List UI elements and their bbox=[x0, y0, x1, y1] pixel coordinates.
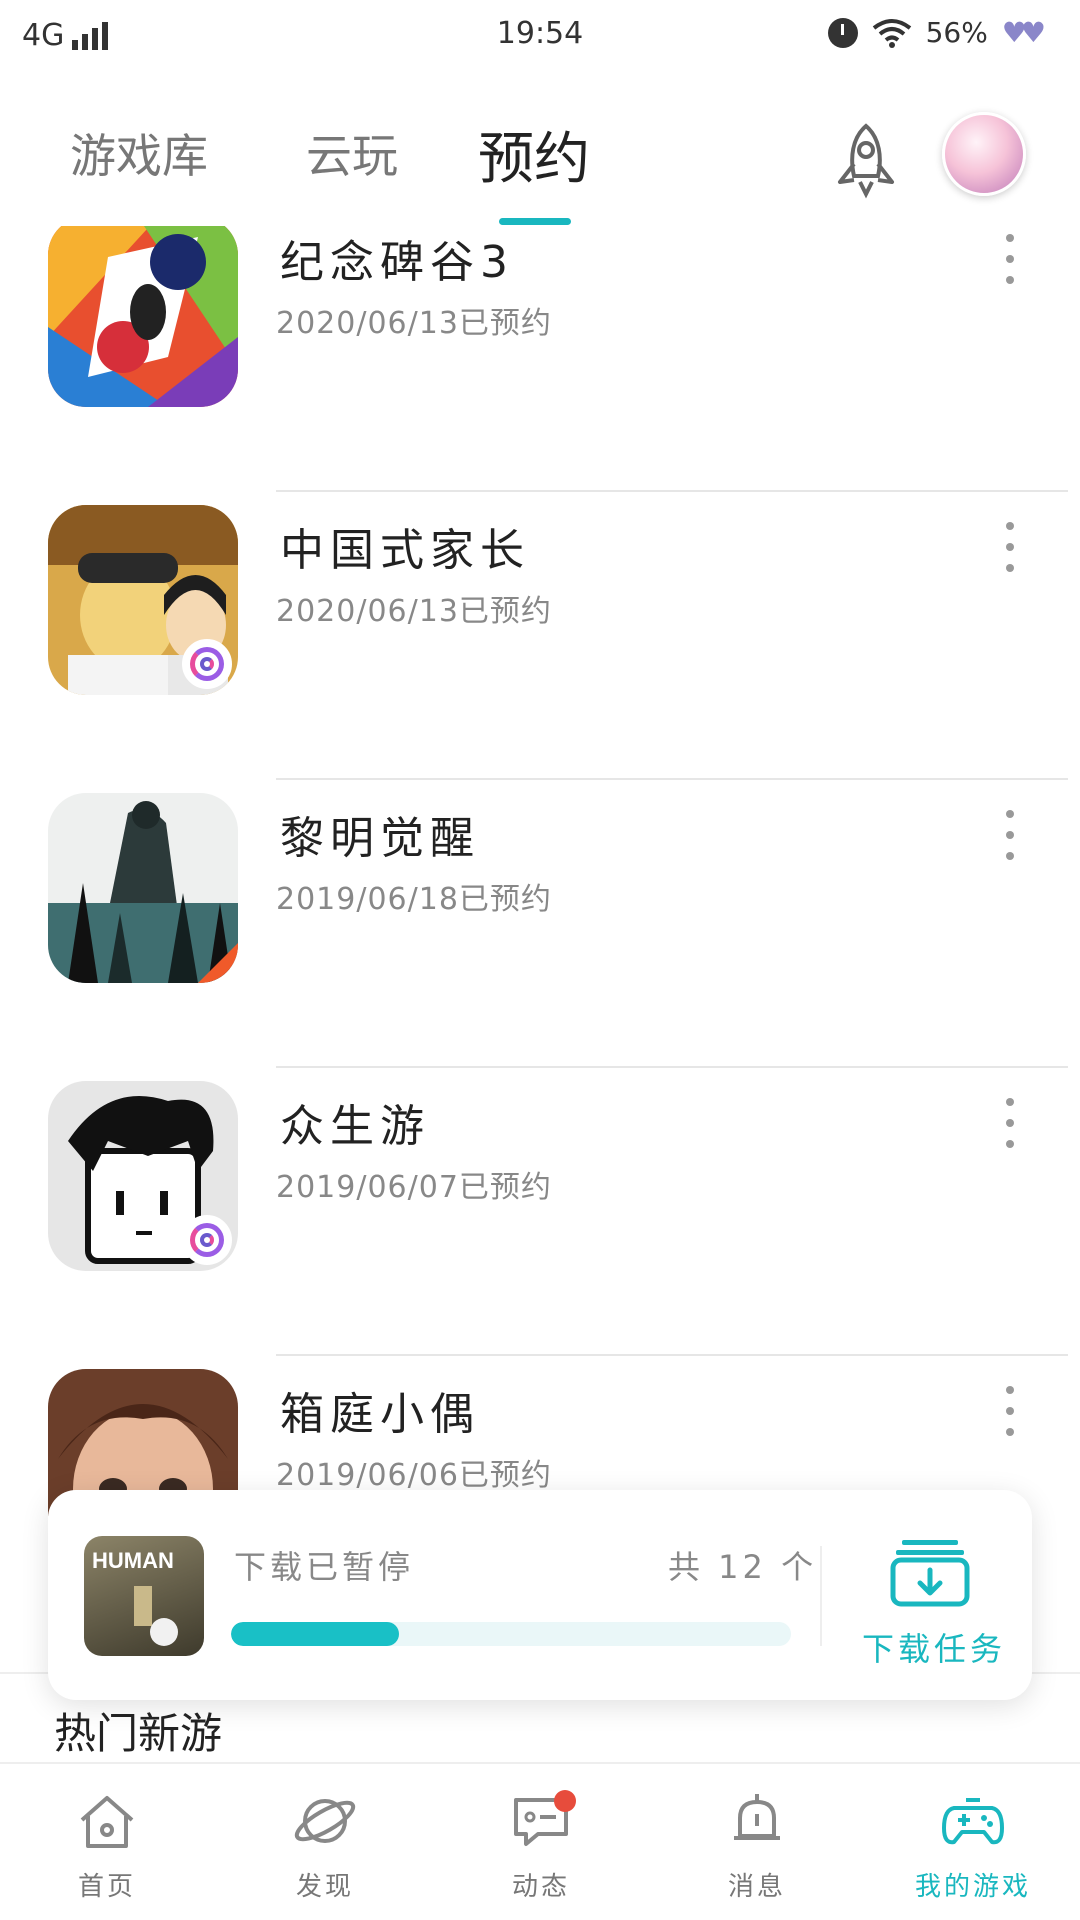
tab-game-library[interactable]: 游戏库 bbox=[70, 120, 208, 186]
download-game-thumbnail: HUMAN bbox=[84, 1536, 204, 1656]
nav-item-messages[interactable]: 消息 bbox=[682, 1788, 832, 1903]
cartoon-boy-icon bbox=[48, 1081, 238, 1271]
user-avatar[interactable] bbox=[942, 112, 1026, 196]
game-title: 中国式家长 bbox=[280, 525, 530, 576]
home-icon bbox=[80, 1796, 134, 1848]
platform-badge-icon bbox=[182, 639, 232, 689]
divider bbox=[820, 1546, 822, 1646]
battery-level: 56% bbox=[925, 16, 988, 49]
reservation-date: 2019/06/18已预约 bbox=[276, 882, 552, 917]
list-item[interactable]: 中国式家长 2020/06/13已预约 bbox=[0, 492, 1080, 780]
download-status: 下载已暂停 bbox=[234, 1548, 415, 1586]
more-options-icon[interactable] bbox=[1004, 1098, 1016, 1148]
more-options-icon[interactable] bbox=[1004, 810, 1016, 860]
nav-item-discover[interactable]: 发现 bbox=[250, 1788, 400, 1903]
game-title: 众生游 bbox=[280, 1101, 430, 1152]
monument-valley-icon bbox=[48, 226, 238, 407]
download-tasks-link[interactable]: 下载任务 bbox=[862, 1624, 1006, 1670]
platform-badge-icon bbox=[182, 1215, 232, 1265]
game-title: 箱庭小偶 bbox=[280, 1389, 480, 1440]
status-bar: 4G 19:54 56% ♥♥ bbox=[0, 0, 1080, 76]
chinese-parents-icon bbox=[48, 505, 238, 695]
game-title: 黎明觉醒 bbox=[280, 813, 480, 864]
nav-label: 我的游戏 bbox=[914, 1872, 1031, 1902]
download-progress-bar bbox=[231, 1622, 791, 1646]
download-progress-fill bbox=[231, 1622, 399, 1646]
top-tab-bar: 游戏库 云玩 预约 bbox=[0, 76, 1080, 226]
list-item[interactable]: 纪念碑谷3 2020/06/13已预约 bbox=[0, 226, 1080, 492]
reservation-date: 2019/06/07已预约 bbox=[276, 1170, 552, 1205]
more-options-icon[interactable] bbox=[1004, 522, 1016, 572]
nav-label: 动态 bbox=[511, 1872, 570, 1902]
tab-cloud-play[interactable]: 云玩 bbox=[306, 120, 398, 186]
bell-icon bbox=[734, 1794, 780, 1840]
heart-battery-icon: ♥♥ bbox=[1001, 16, 1046, 49]
list-item[interactable]: 黎明觉醒 2019/06/18已预约 bbox=[0, 780, 1080, 1068]
download-progress-card[interactable]: HUMAN 下载已暂停 共 12 个 下载任务 bbox=[48, 1490, 1032, 1700]
download-tray-icon[interactable] bbox=[890, 1538, 970, 1608]
gamepad-icon bbox=[942, 1798, 1004, 1845]
lifeafter-dawn-icon bbox=[48, 793, 238, 983]
rocket-icon[interactable] bbox=[826, 120, 906, 200]
reservation-list: 纪念碑谷3 2020/06/13已预约 中国式家长 2020/06/13已预约 bbox=[0, 226, 1080, 1516]
bottom-navigation: 首页 发现 动态 消息 我的游戏 bbox=[0, 1762, 1080, 1920]
nav-item-my-games[interactable]: 我的游戏 bbox=[898, 1788, 1048, 1903]
download-count: 共 12 个 bbox=[668, 1548, 818, 1586]
wifi-icon bbox=[872, 18, 911, 48]
nav-item-feed[interactable]: 动态 bbox=[466, 1788, 616, 1903]
nav-label: 首页 bbox=[77, 1872, 136, 1902]
planet-icon bbox=[294, 1799, 356, 1843]
nav-item-home[interactable]: 首页 bbox=[32, 1788, 182, 1903]
alarm-icon bbox=[827, 17, 858, 48]
nav-label: 消息 bbox=[727, 1872, 786, 1902]
reservation-date: 2020/06/13已预约 bbox=[276, 306, 552, 341]
list-item[interactable]: 众生游 2019/06/07已预约 bbox=[0, 1068, 1080, 1356]
more-options-icon[interactable] bbox=[1004, 234, 1016, 284]
reservation-date: 2020/06/13已预约 bbox=[276, 594, 552, 629]
status-icons: 56% ♥♥ bbox=[827, 16, 1046, 49]
active-tab-indicator bbox=[499, 218, 571, 225]
notification-badge bbox=[554, 1790, 576, 1812]
tab-reservations[interactable]: 预约 bbox=[478, 114, 590, 195]
reservation-date: 2019/06/06已预约 bbox=[276, 1458, 552, 1493]
game-title: 纪念碑谷3 bbox=[280, 237, 514, 288]
section-title: 热门新游 bbox=[54, 1709, 223, 1758]
nav-label: 发现 bbox=[295, 1872, 354, 1902]
more-options-icon[interactable] bbox=[1004, 1386, 1016, 1436]
